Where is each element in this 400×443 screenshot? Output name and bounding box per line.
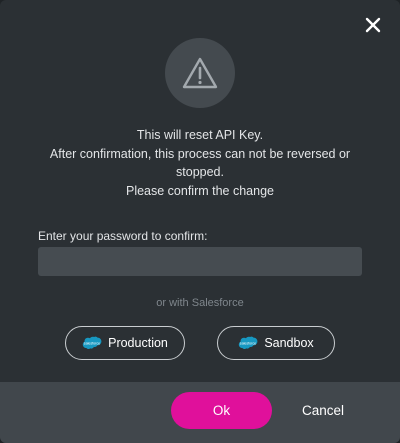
ok-button[interactable]: Ok — [171, 392, 272, 429]
warning-badge — [165, 38, 235, 108]
salesforce-production-button[interactable]: salesforce Production — [65, 326, 185, 360]
message-line: This will reset API Key. — [136, 128, 264, 142]
sandbox-label: Sandbox — [264, 336, 314, 350]
salesforce-cloud-icon: salesforce — [82, 336, 102, 350]
svg-text:salesforce: salesforce — [84, 342, 100, 346]
message-line: Please confirm the change — [125, 183, 274, 198]
message-line: After confirmation, this process can not… — [49, 146, 351, 161]
close-icon — [365, 17, 381, 33]
salesforce-sandbox-button[interactable]: salesforce Sandbox — [217, 326, 335, 360]
password-input[interactable] — [38, 247, 362, 276]
confirmation-message: This will reset API Key. After confirmat… — [20, 126, 380, 200]
close-button[interactable] — [362, 14, 384, 36]
reset-api-key-dialog: This will reset API Key. After confirmat… — [0, 0, 400, 443]
salesforce-cloud-icon: salesforce — [239, 336, 258, 350]
password-label: Enter your password to confirm: — [38, 229, 208, 243]
warning-triangle-icon — [182, 57, 218, 89]
or-with-salesforce-text: or with Salesforce — [156, 297, 244, 309]
dialog-footer: Ok Cancel — [0, 382, 400, 443]
cancel-button[interactable]: Cancel — [290, 392, 356, 429]
production-label: Production — [108, 336, 168, 350]
svg-text:salesforce: salesforce — [240, 342, 256, 346]
message-line: stopped. — [176, 165, 224, 179]
